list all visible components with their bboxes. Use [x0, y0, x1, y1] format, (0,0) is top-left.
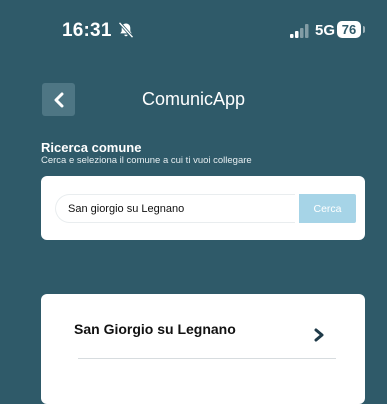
search-section-title: Ricerca comune — [41, 140, 142, 155]
search-input[interactable] — [55, 194, 295, 223]
search-section-subtitle: Cerca e seleziona il comune a cui ti vuo… — [41, 155, 252, 166]
list-item-label: San Giorgio su Legnano — [74, 321, 236, 337]
divider — [78, 358, 336, 359]
network-type: 5G — [315, 22, 336, 39]
bell-slash-icon — [118, 21, 134, 39]
status-time: 16:31 — [62, 20, 112, 41]
chevron-right-icon — [314, 328, 324, 342]
results-list: San Giorgio su Legnano — [41, 294, 365, 404]
status-bar: 16:31 5G 76 — [0, 0, 387, 56]
battery-cap — [363, 26, 365, 33]
search-button[interactable]: Cerca — [299, 194, 356, 223]
battery-level: 76 — [337, 21, 361, 38]
signal-icon — [290, 24, 309, 38]
search-card: Cerca — [41, 176, 365, 240]
page-title: ComunicApp — [141, 89, 246, 109]
